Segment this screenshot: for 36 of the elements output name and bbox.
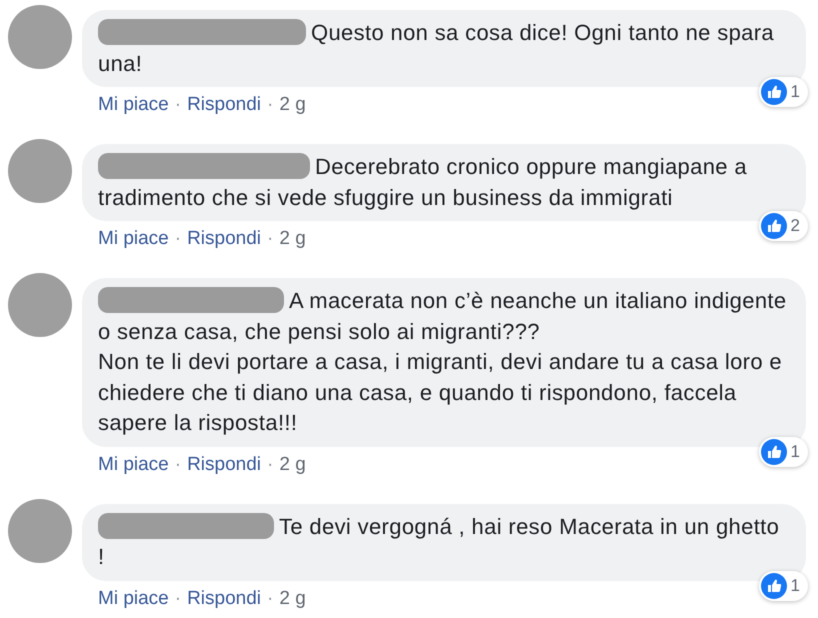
reaction-badge[interactable]: 1: [758, 570, 808, 600]
like-icon: [760, 572, 787, 598]
separator-dot: ·: [267, 93, 274, 117]
comment-time: 2 g: [279, 586, 306, 610]
comment-time: 2 g: [279, 227, 306, 251]
reaction-count: 1: [790, 574, 800, 597]
like-icon: [760, 213, 787, 239]
separator-dot: ·: [267, 452, 274, 476]
reply-link[interactable]: Rispondi: [187, 226, 262, 252]
reaction-badge[interactable]: 2: [758, 211, 808, 241]
reaction-count: 1: [790, 440, 800, 463]
separator-dot: ·: [267, 586, 274, 610]
like-link[interactable]: Mi piace: [98, 586, 169, 612]
comment-text: A macerata non c’è neanche un italiano indigente o senza casa, che pensi solo ai migranti??? Non te li devi portare a casa, i migranti, devi andare tu a casa loro e chiedere che ti diano una casa, e quando ti rispondono, faccela sapere la risposta!!!: [98, 286, 788, 437]
separator-dot: ·: [174, 93, 182, 117]
comment-text: Decerebrato cronico oppure mangiapane a tradimento che si vede sfuggire un business da immigrati: [98, 152, 748, 212]
separator-dot: ·: [267, 227, 274, 251]
reply-link[interactable]: Rispondi: [187, 586, 262, 612]
reaction-count: 2: [790, 215, 800, 238]
reaction-badge[interactable]: 1: [758, 436, 808, 466]
reply-link[interactable]: Rispondi: [187, 92, 262, 118]
like-link[interactable]: Mi piace: [98, 92, 169, 118]
comment-text: Te devi vergogná , hai reso Macerata in un ghetto !: [98, 512, 780, 571]
like-link[interactable]: Mi piace: [98, 452, 169, 478]
like-icon: [760, 438, 787, 464]
reaction-badge[interactable]: 1: [758, 77, 808, 107]
comment-time: 2 g: [279, 93, 306, 117]
like-link[interactable]: Mi piace: [98, 226, 169, 252]
reaction-count: 1: [790, 81, 800, 104]
separator-dot: ·: [174, 227, 182, 251]
like-icon: [760, 79, 787, 105]
reply-link[interactable]: Rispondi: [187, 452, 262, 478]
separator-dot: ·: [174, 586, 182, 610]
separator-dot: ·: [174, 452, 182, 476]
comment-time: 2 g: [279, 452, 306, 476]
comment-text: Questo non sa cosa dice! Ogni tanto ne spara una!: [98, 18, 776, 78]
